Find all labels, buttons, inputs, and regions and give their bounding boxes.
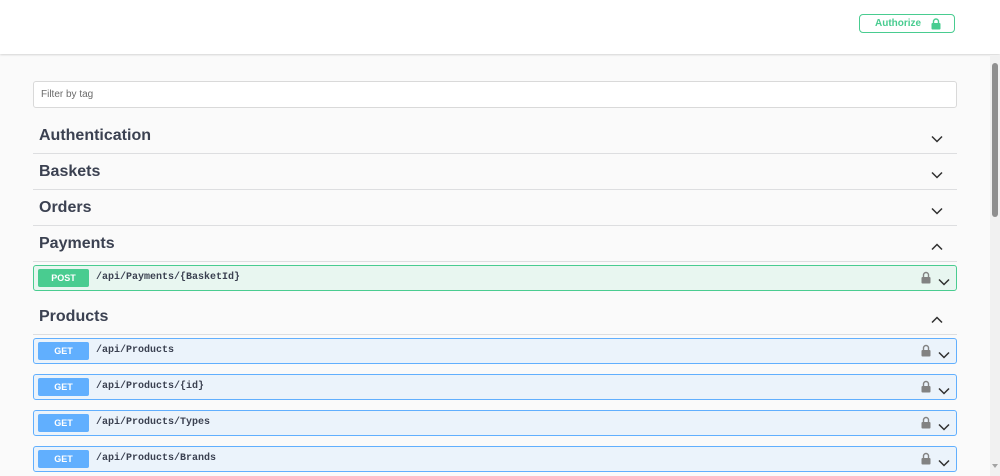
chevron-down-icon[interactable] bbox=[938, 346, 950, 364]
tag-authentication[interactable]: Authentication bbox=[33, 118, 957, 154]
lock-icon bbox=[931, 18, 941, 33]
top-bar: Authorize bbox=[0, 0, 1000, 54]
scrollbar-thumb[interactable] bbox=[992, 63, 998, 217]
authorize-label: Authorize bbox=[875, 18, 922, 29]
method-badge: POST bbox=[38, 269, 89, 287]
tag-products[interactable]: Products bbox=[33, 299, 957, 335]
lock-icon[interactable] bbox=[921, 416, 931, 434]
operation-path: /api/Products/Brands bbox=[96, 453, 217, 464]
operation-get-products[interactable]: GET /api/Products bbox=[33, 338, 957, 364]
tag-orders[interactable]: Orders bbox=[33, 190, 957, 226]
tag-name: Orders bbox=[39, 199, 92, 216]
lock-icon[interactable] bbox=[921, 452, 931, 470]
chevron-up-icon bbox=[931, 238, 943, 256]
chevron-down-icon bbox=[931, 130, 943, 148]
operation-get-product-types[interactable]: GET /api/Products/Types bbox=[33, 410, 957, 436]
operation-get-product-by-id[interactable]: GET /api/Products/{id} bbox=[33, 374, 957, 400]
chevron-down-icon[interactable] bbox=[938, 273, 950, 291]
tag-name: Baskets bbox=[39, 163, 101, 180]
method-badge: GET bbox=[38, 378, 89, 396]
operation-path: /api/Products/{id} bbox=[96, 381, 205, 392]
lock-icon[interactable] bbox=[921, 380, 931, 398]
operation-path: /api/Products bbox=[96, 345, 175, 356]
tag-name: Products bbox=[39, 308, 109, 325]
filter-by-tag-input[interactable] bbox=[33, 81, 957, 108]
chevron-up-icon bbox=[931, 311, 943, 329]
method-badge: GET bbox=[38, 450, 89, 468]
chevron-down-icon[interactable] bbox=[938, 454, 950, 472]
operation-post-payments[interactable]: POST /api/Payments/{BasketId} bbox=[33, 265, 957, 291]
authorize-button[interactable]: Authorize bbox=[859, 14, 955, 33]
chevron-down-icon[interactable] bbox=[938, 382, 950, 400]
chevron-down-icon bbox=[931, 166, 943, 184]
method-badge: GET bbox=[38, 414, 89, 432]
chevron-down-icon bbox=[931, 202, 943, 220]
scroll-down-arrow-icon[interactable] bbox=[992, 455, 998, 473]
tag-name: Payments bbox=[39, 235, 115, 252]
lock-icon[interactable] bbox=[921, 344, 931, 362]
vertical-scrollbar[interactable] bbox=[990, 55, 1000, 476]
lock-icon[interactable] bbox=[921, 271, 931, 289]
chevron-down-icon[interactable] bbox=[938, 418, 950, 436]
method-badge: GET bbox=[38, 342, 89, 360]
tag-name: Authentication bbox=[39, 127, 151, 144]
operation-path: /api/Products/Types bbox=[96, 417, 211, 428]
tag-baskets[interactable]: Baskets bbox=[33, 154, 957, 190]
operation-get-product-brands[interactable]: GET /api/Products/Brands bbox=[33, 446, 957, 472]
tag-payments[interactable]: Payments bbox=[33, 226, 957, 262]
operation-path: /api/Payments/{BasketId} bbox=[96, 272, 241, 283]
